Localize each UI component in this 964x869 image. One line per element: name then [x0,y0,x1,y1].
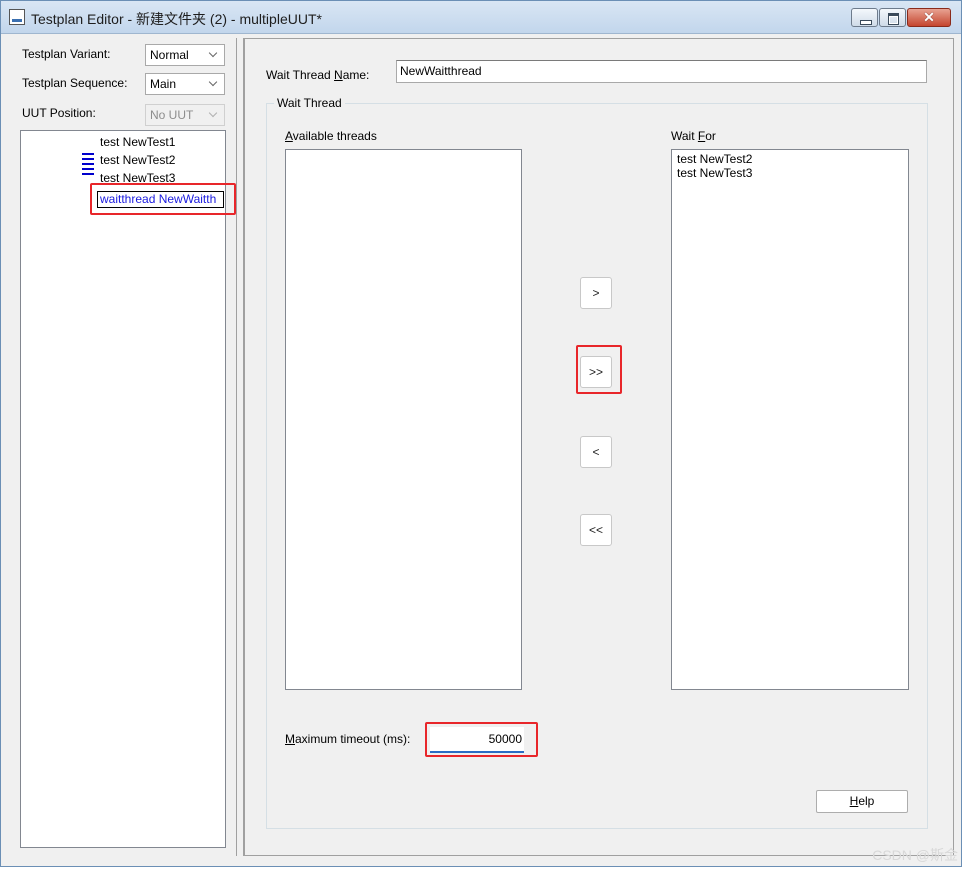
variant-select[interactable]: Normal [145,44,225,66]
variant-label: Testplan Variant: [22,47,111,61]
list-item[interactable]: test NewTest3 [677,166,903,180]
add-thread-button[interactable]: > [580,277,612,309]
uut-position-value: No UUT [150,108,194,122]
minimize-icon [860,20,872,25]
highlight-timeout [425,722,538,757]
sequence-select[interactable]: Main [145,73,225,95]
help-button[interactable]: Help [816,790,908,813]
highlight-add-all [576,345,622,394]
chevron-down-icon [208,74,220,94]
wait-for-list[interactable]: test NewTest2 test NewTest3 [671,149,909,690]
highlight-tree-selection [90,183,236,215]
chevron-down-icon [208,105,220,125]
close-icon: ✕ [923,9,935,25]
uut-position-label: UUT Position: [22,106,96,120]
max-timeout-label: Maximum timeout (ms): [285,732,411,746]
list-item[interactable]: test NewTest2 [677,152,903,166]
wait-thread-group-title: Wait Thread [274,96,345,110]
close-button[interactable]: ✕ [907,8,951,27]
window-title: Testplan Editor - 新建文件夹 (2) - multipleUU… [31,11,322,27]
tree-item-newtest1[interactable]: test NewTest1 [100,135,175,149]
caption-buttons: ✕ [850,8,951,28]
watermark: CSDN @斯金 [872,847,958,863]
tree-item-newtest2[interactable]: test NewTest2 [100,153,175,167]
thread-name-input[interactable]: NewWaitthread [396,60,927,83]
title-bar[interactable]: Testplan Editor - 新建文件夹 (2) - multipleUU… [1,1,961,34]
uut-position-select: No UUT [145,104,225,126]
available-threads-list[interactable] [285,149,522,690]
thread-name-label: Wait Thread Name: [266,68,370,82]
wait-for-label: Wait For [671,129,716,143]
app-icon [9,9,25,25]
splitter[interactable] [236,38,244,856]
minimize-button[interactable] [851,8,878,27]
thread-lines-icon [82,153,94,178]
remove-thread-button[interactable]: < [580,436,612,468]
chevron-down-icon [208,45,220,65]
sequence-value: Main [150,77,177,91]
remove-all-threads-button[interactable]: << [580,514,612,546]
variant-value: Normal [150,48,189,62]
sequence-label: Testplan Sequence: [22,76,128,90]
available-threads-label: Available threads [285,129,377,143]
testplan-tree[interactable] [20,130,226,848]
maximize-button[interactable] [879,8,906,27]
maximize-icon [888,13,899,25]
